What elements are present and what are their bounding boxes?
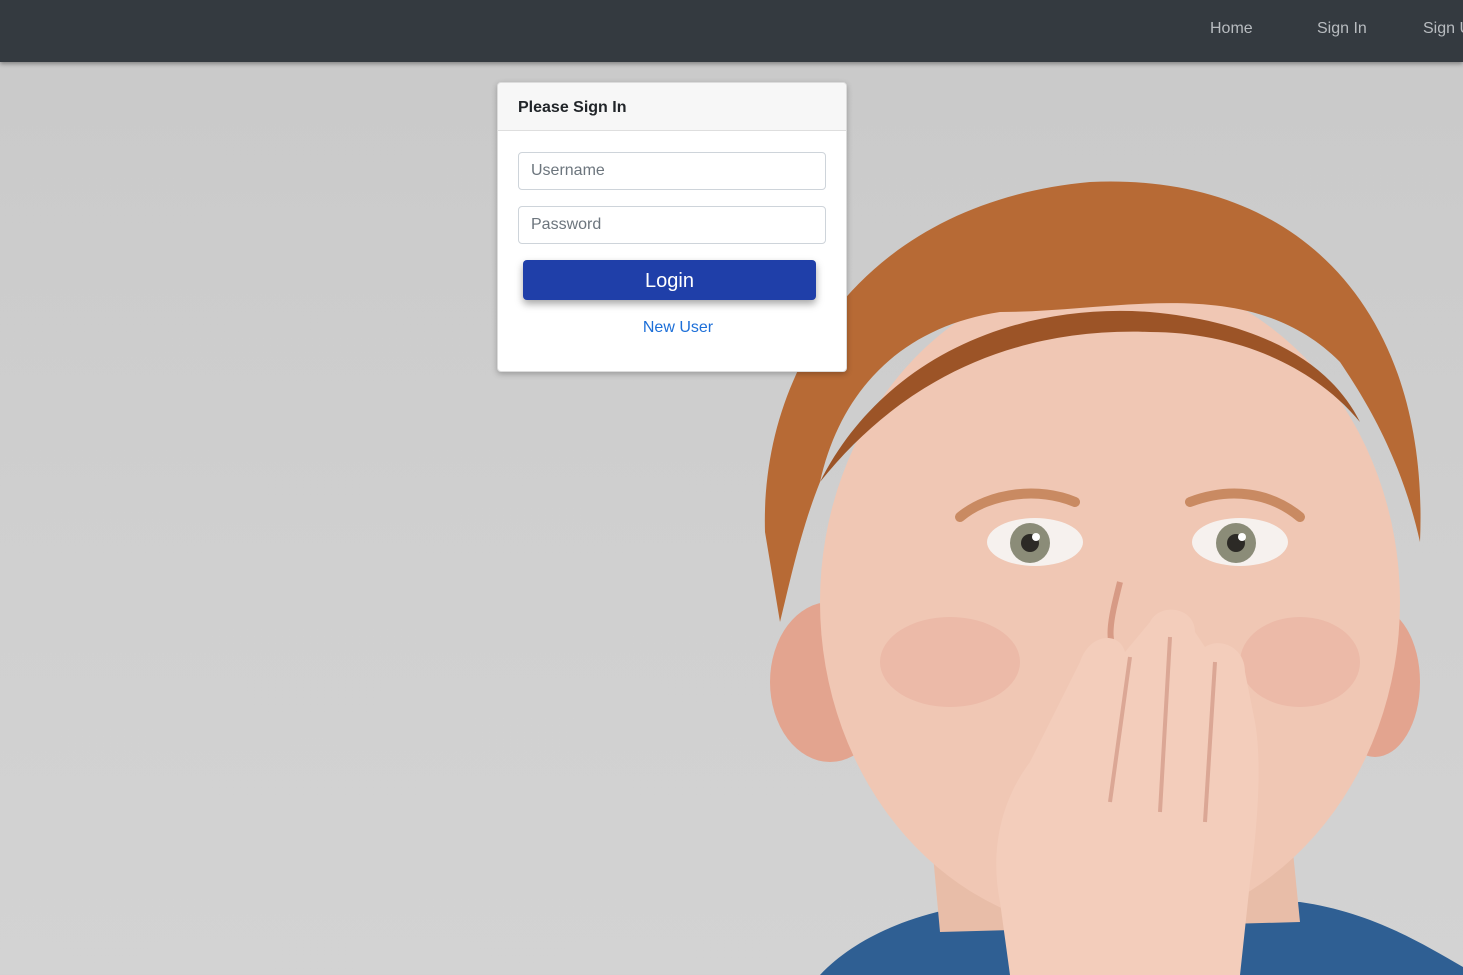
nav-sign-in-link[interactable]: Sign In <box>1317 20 1367 38</box>
username-input[interactable] <box>518 152 826 190</box>
top-navbar: Home Sign In Sign Up <box>0 0 1463 62</box>
new-user-link[interactable]: New User <box>498 319 858 337</box>
password-input[interactable] <box>518 206 826 244</box>
card-title: Please Sign In <box>498 83 846 131</box>
sign-in-card: Please Sign In Login New User <box>497 82 847 372</box>
nav-home-link[interactable]: Home <box>1210 20 1253 38</box>
nav-sign-up-link[interactable]: Sign Up <box>1423 20 1463 38</box>
login-button[interactable]: Login <box>523 260 816 300</box>
